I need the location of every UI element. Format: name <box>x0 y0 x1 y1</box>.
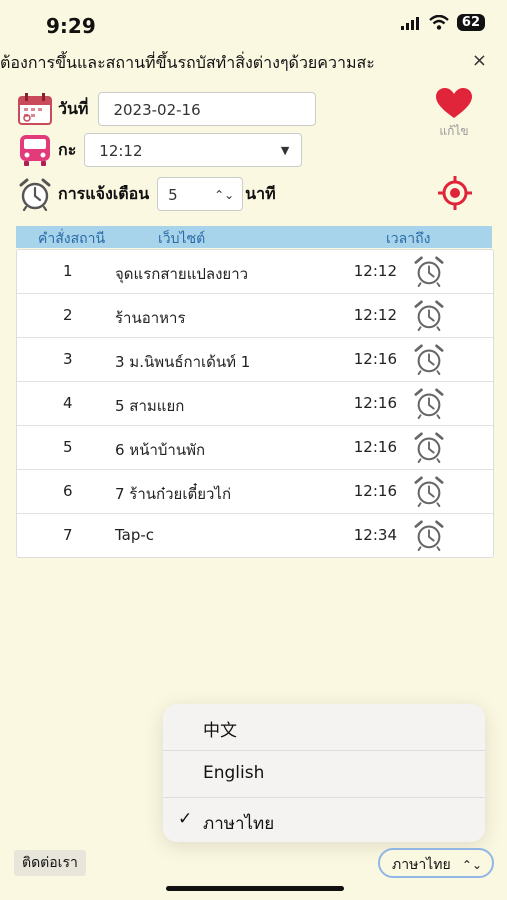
announcement-text: ต้องการขึ้นและสถานที่ขึ้นรถบัสทำสิ่งต่าง… <box>0 53 375 72</box>
date-field[interactable]: 2023-02-16 <box>98 92 317 126</box>
arrival-time: 12:16 <box>353 482 397 500</box>
shift-value: 12:12 <box>99 142 143 160</box>
stop-name: ร้านอาหาร <box>115 309 186 327</box>
alarm-clock-icon[interactable] <box>413 519 445 555</box>
shift-label: กะ <box>58 139 77 159</box>
checkmark-icon: ✓ <box>178 809 193 829</box>
stop-number: 1 <box>63 262 73 280</box>
column-header-arrival-time: เวลาถึง <box>386 231 431 247</box>
table-row[interactable]: 7 Tap-c 12:34 <box>17 514 493 557</box>
date-row: วันที่ 2023-02-16 <box>18 92 317 126</box>
alert-minutes-stepper[interactable]: 5 ⌃⌄ <box>157 177 244 211</box>
bus-icon <box>20 135 50 166</box>
language-option-chinese[interactable]: 中文 <box>163 704 485 751</box>
announcement-bar: ต้องการขึ้นและสถานที่ขึ้นรถบัสทำสิ่งต่าง… <box>0 47 507 77</box>
language-option-label: English <box>203 763 265 783</box>
stop-name: 5 สามแยก <box>115 397 185 415</box>
alarm-clock-icon[interactable] <box>413 299 445 335</box>
alarm-clock-icon[interactable] <box>413 475 445 511</box>
language-select-button[interactable]: ภาษาไทย ⌃⌄ <box>378 848 494 878</box>
alarm-clock-icon <box>19 178 51 211</box>
status-icons: 62 <box>400 14 485 31</box>
arrival-time: 12:16 <box>353 438 397 456</box>
alert-label: การแจ้งเตือน <box>58 183 150 203</box>
shift-row: กะ 12:12 ▼ <box>18 133 303 167</box>
status-time: 9:29 <box>46 14 96 38</box>
language-option-label: 中文 <box>203 721 237 741</box>
column-header-site: เว็บไซต์ <box>158 231 206 247</box>
contact-us-button[interactable]: ติดต่อเรา <box>14 850 86 876</box>
table-row[interactable]: 6 7 ร้านก๋วยเตี๋ยวไก่ 12:16 <box>17 470 493 514</box>
close-announcement-button[interactable]: × <box>472 50 487 71</box>
battery-indicator: 62 <box>456 14 485 31</box>
shift-select[interactable]: 12:12 ▼ <box>84 133 303 167</box>
language-option-english[interactable]: English <box>163 751 485 798</box>
updown-chevron-icon: ⌃⌄ <box>461 858 482 872</box>
table-row[interactable]: 1 จุดแรกสายแปลงยาว 12:12 <box>17 250 493 294</box>
cellular-signal-icon <box>400 16 419 30</box>
language-select-value: ภาษาไทย <box>392 857 451 873</box>
stop-name: จุดแรกสายแปลงยาว <box>115 265 249 283</box>
table-header: คำสั่งสถานี เว็บไซต์ เวลาถึง <box>16 226 492 248</box>
language-option-thai[interactable]: ✓ ภาษาไทย <box>163 798 485 844</box>
arrival-time: 12:12 <box>353 262 397 280</box>
stop-number: 4 <box>63 394 73 412</box>
alert-row: การแจ้งเตือน 5 ⌃⌄ นาที <box>18 177 276 211</box>
home-indicator <box>166 886 344 891</box>
arrival-time: 12:12 <box>353 306 397 324</box>
alarm-clock-icon[interactable] <box>413 431 445 467</box>
arrival-time: 12:34 <box>353 526 397 544</box>
stop-number: 7 <box>63 526 73 544</box>
edit-label: แก้ไข <box>439 124 469 138</box>
stop-name: 6 หน้าบ้านพัก <box>115 441 206 459</box>
alarm-clock-icon[interactable] <box>413 343 445 379</box>
table-row[interactable]: 3 3 ม.นิพนธ์กาเด้นท์ 1 12:16 <box>17 338 493 382</box>
language-menu: 中文 English ✓ ภาษาไทย <box>163 704 485 842</box>
alarm-clock-icon[interactable] <box>413 255 445 291</box>
stop-name: 3 ม.นิพนธ์กาเด้นท์ 1 <box>115 353 251 371</box>
stop-number: 3 <box>63 350 73 368</box>
alert-value: 5 <box>168 186 178 204</box>
table-row[interactable]: 5 6 หน้าบ้านพัก 12:16 <box>17 426 493 470</box>
updown-chevron-icon: ⌃⌄ <box>214 188 235 202</box>
status-bar: 9:29 62 <box>0 0 507 46</box>
stops-table: 1 จุดแรกสายแปลงยาว 12:12 2 ร้านอาหาร 12:12 3 3 … <box>16 249 494 558</box>
language-option-label: ภาษาไทย <box>203 814 275 834</box>
edit-favorite-button[interactable]: แก้ไข <box>432 88 476 141</box>
stop-name: Tap-c <box>115 526 155 544</box>
stop-name: 7 ร้านก๋วยเตี๋ยวไก่ <box>115 485 232 503</box>
locate-button[interactable] <box>438 176 472 214</box>
alarm-clock-icon[interactable] <box>413 387 445 423</box>
arrival-time: 12:16 <box>353 350 397 368</box>
heart-icon <box>436 88 472 118</box>
date-label: วันที่ <box>58 98 89 118</box>
calendar-icon <box>18 93 52 125</box>
table-row[interactable]: 4 5 สามแยก 12:16 <box>17 382 493 426</box>
table-row[interactable]: 2 ร้านอาหาร 12:12 <box>17 294 493 338</box>
target-icon <box>438 176 472 210</box>
stop-number: 5 <box>63 438 73 456</box>
stop-number: 2 <box>63 306 73 324</box>
wifi-icon <box>429 15 449 30</box>
arrival-time: 12:16 <box>353 394 397 412</box>
column-header-stop-order: คำสั่งสถานี <box>38 231 106 247</box>
stop-number: 6 <box>63 482 73 500</box>
dropdown-caret-icon: ▼ <box>280 144 290 157</box>
alert-unit: นาที <box>245 183 276 203</box>
